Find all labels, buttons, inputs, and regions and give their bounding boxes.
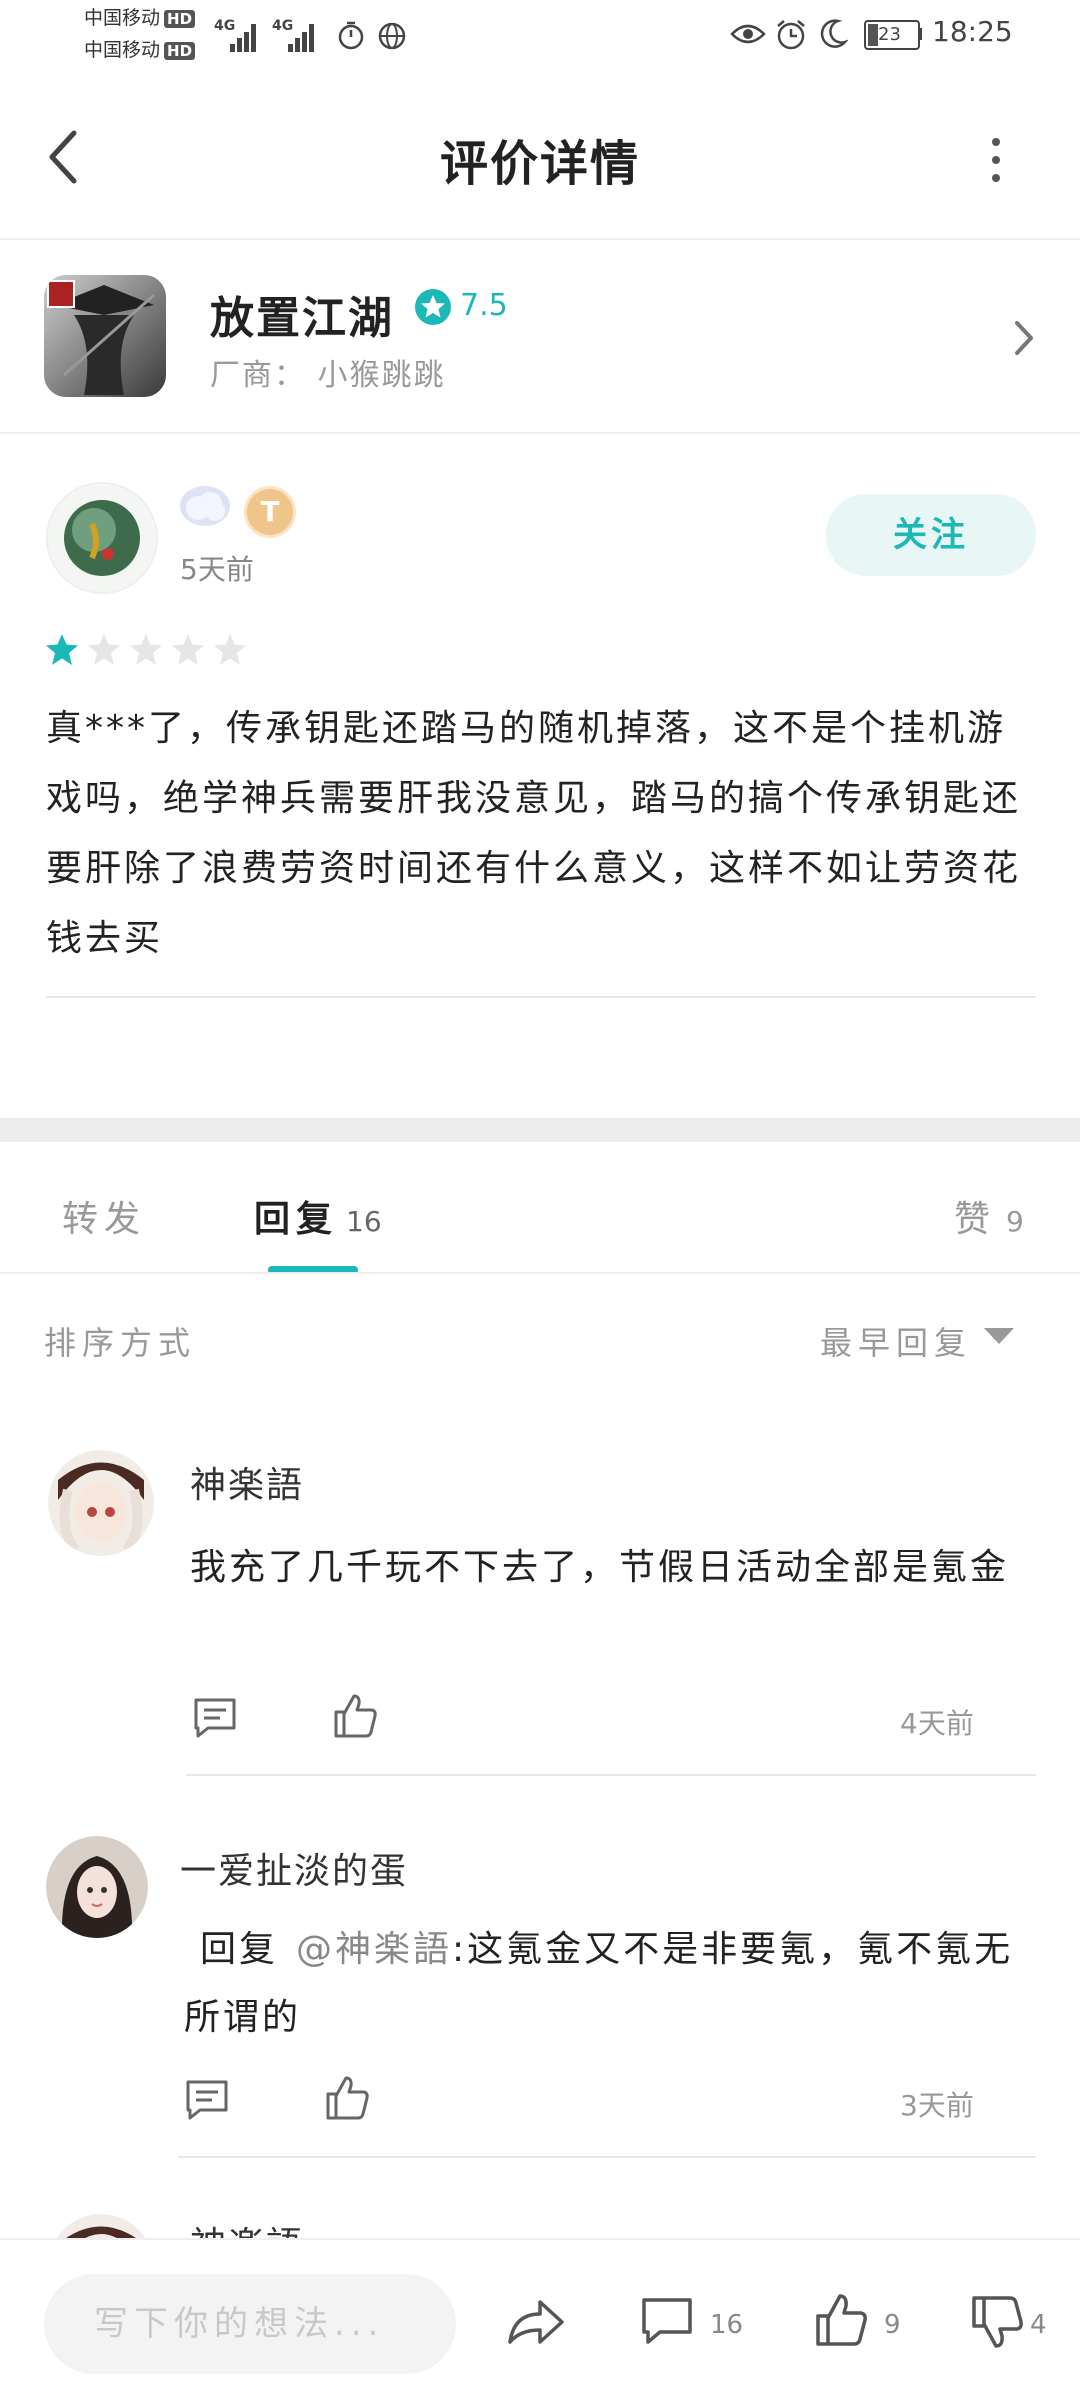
status-bar: 中国移动 HD 中国移动 HD 4G 4G 23 18:25 <box>0 0 1080 70</box>
thumbs-down-icon[interactable] <box>970 2294 1024 2350</box>
hd-badge: HD <box>164 42 196 60</box>
reply-avatar[interactable] <box>46 1836 148 1938</box>
bottom-action-bar: 写下你的想法... 16 9 4 <box>0 2238 1080 2402</box>
comment-icon[interactable] <box>192 1696 238 1740</box>
game-icon-image <box>44 275 166 397</box>
more-icon[interactable] <box>990 138 1002 186</box>
reply-text: 回复 @神楽語:这氪金又不是非要氪，氪不氪无所谓的 <box>184 1916 1040 2052</box>
tab-like-label: 赞 <box>954 1199 997 1240</box>
reply-text: 我充了几千玩不下去了，节假日活动全部是氪金 <box>190 1547 1010 1588</box>
like-count: 9 <box>884 2310 901 2340</box>
comment-count: 16 <box>710 2310 744 2340</box>
cloud-badge-icon <box>180 486 230 526</box>
sort-value: 最早回复 <box>820 1324 973 1362</box>
divider <box>0 1272 1080 1274</box>
mention-link[interactable]: @神楽語 <box>296 1929 452 1970</box>
tab-reply[interactable]: 回复 16 <box>254 1190 382 1242</box>
tab-reply-count: 16 <box>346 1205 382 1238</box>
divider <box>46 996 1036 998</box>
game-name[interactable]: 放置江湖 <box>210 282 394 346</box>
carrier-label: 中国移动 <box>84 39 161 61</box>
section-gap <box>0 1118 1080 1142</box>
reply-time: 4天前 <box>900 1707 974 1740</box>
reply-avatar[interactable] <box>48 1450 154 1556</box>
game-maker: 厂商： 小猴跳跳 <box>210 358 446 393</box>
divider <box>186 1774 1036 1776</box>
chevron-right-icon[interactable] <box>1012 318 1036 358</box>
comment-icon[interactable] <box>640 2296 694 2348</box>
dislike-count: 4 <box>1030 2310 1047 2340</box>
star-empty-icon <box>214 634 246 665</box>
comment-icon[interactable] <box>184 2078 230 2122</box>
review-time: 5天前 <box>180 553 254 586</box>
carrier-label: 中国移动 <box>84 7 161 29</box>
tab-reply-label: 回复 <box>254 1199 339 1240</box>
sort-dropdown[interactable]: 最早回复 <box>820 1318 972 1364</box>
star-badge-icon <box>415 289 451 325</box>
dropdown-arrow-icon[interactable] <box>982 1326 1016 1346</box>
alarm-icon <box>777 20 805 50</box>
review-text: 真***了，传承钥匙还踏马的随机掉落，这不是个挂机游戏吗，绝学神兵需要肝我没意见… <box>46 708 1022 959</box>
page-title: 评价详情 <box>439 136 640 192</box>
divider <box>178 2156 1036 2158</box>
game-score: 7.5 <box>460 288 508 323</box>
star-empty-icon <box>172 634 204 665</box>
eye-icon <box>730 24 766 44</box>
share-icon[interactable] <box>506 2296 566 2348</box>
thumbs-up-icon[interactable] <box>324 2074 370 2122</box>
sort-label: 排序方式 <box>44 1324 197 1362</box>
hd-badge: HD <box>164 10 196 28</box>
level-badge-icon: T <box>244 486 296 538</box>
reply-username[interactable]: 一爱扯淡的蛋 <box>180 1842 408 1894</box>
reviewer-avatar[interactable] <box>46 482 158 594</box>
star-rating <box>44 632 264 672</box>
tab-like-count: 9 <box>1006 1205 1024 1238</box>
battery-icon: 23 <box>864 20 920 50</box>
thumbs-up-icon[interactable] <box>332 1692 378 1740</box>
stopwatch-icon <box>338 21 364 50</box>
comment-input[interactable]: 写下你的想法... <box>44 2274 456 2374</box>
tab-forward[interactable]: 转发 <box>62 1190 146 1242</box>
globe-icon <box>378 22 406 50</box>
moon-icon <box>820 19 848 48</box>
reply-time: 3天前 <box>900 2089 974 2122</box>
battery-level: 23 <box>878 24 901 45</box>
clock: 18:25 <box>932 15 1013 48</box>
star-filled-icon <box>46 634 78 665</box>
reply-prefix: 回复 <box>200 1929 279 1970</box>
divider <box>0 432 1080 434</box>
tab-like[interactable]: 赞9 <box>954 1190 1024 1242</box>
follow-button[interactable]: 关注 <box>826 494 1036 576</box>
thumbs-up-icon[interactable] <box>814 2292 868 2348</box>
star-empty-icon <box>130 634 162 665</box>
carrier-2: 中国移动 HD <box>84 38 196 62</box>
reply-username[interactable]: 神楽語 <box>190 1456 304 1508</box>
carrier-1: 中国移动 HD <box>84 6 196 30</box>
game-card[interactable]: 放置江湖 7.5 厂商： 小猴跳跳 <box>0 240 1080 432</box>
header-bar: 评价详情 <box>0 80 1080 238</box>
star-empty-icon <box>88 634 120 665</box>
